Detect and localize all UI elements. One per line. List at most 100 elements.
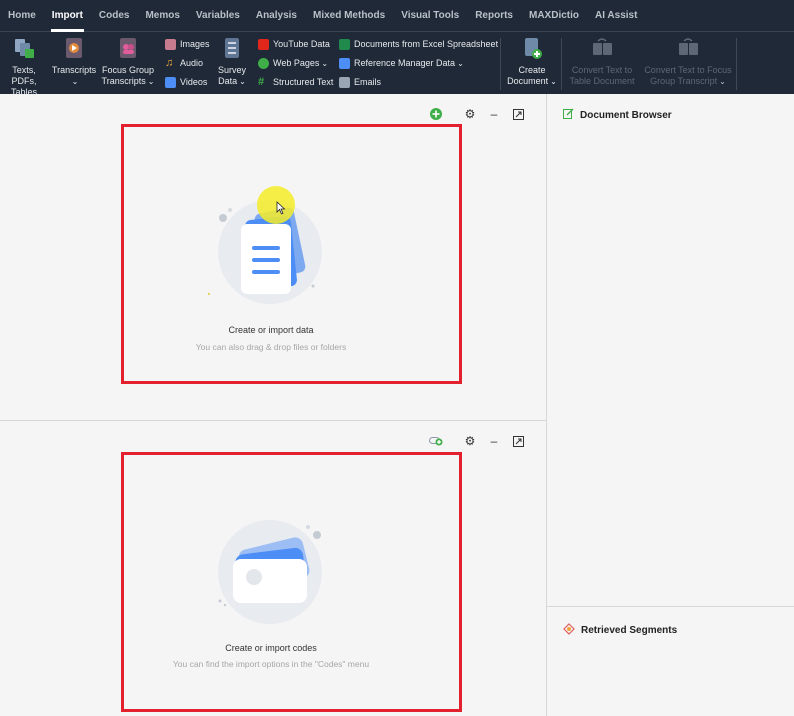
documents-from-excel-button[interactable]: Documents from Excel Spreadsheet [339,35,498,53]
tab-memos[interactable]: Memos [137,0,187,32]
documents-empty-title: Create or import data [228,325,314,335]
tab-import[interactable]: Import [44,0,91,32]
documents-import-icon [11,37,37,61]
structured-text-label: Structured Text [273,77,334,87]
codes-empty-illustration [205,515,335,630]
focus-group-label-text: Transcripts [101,76,146,86]
create-document-button[interactable]: Create Document ⌄ [506,37,558,87]
document-browser-icon [563,108,574,122]
videos-button[interactable]: Videos [165,73,207,91]
emails-label: Emails [354,77,382,87]
tab-analysis[interactable]: Analysis [248,0,305,32]
survey-label-line1: Survey [217,65,246,75]
survey-label-text: Data [218,76,238,86]
create-document-label-line2: Document ⌄ [506,76,558,87]
audio-icon: ♫ [165,56,174,69]
ribbon-tab-bar: Home Import Codes Memos Variables Analys… [0,0,794,32]
convert-table-label-line1: Convert Text to [571,65,633,75]
retrieved-segments-label: Retrieved Segments [581,625,678,636]
minimize-icon[interactable]: – [487,434,501,448]
codes-empty-subtitle: You can find the import options in the "… [172,659,370,669]
document-browser-title: Document Browser [563,108,672,122]
youtube-icon [258,38,269,50]
tab-variables[interactable]: Variables [188,0,248,32]
convert-table-icon [589,37,615,61]
retrieved-segments-title: Retrieved Segments [563,623,677,638]
ribbon-separator [736,38,737,90]
globe-icon [258,57,269,69]
web-pages-button[interactable]: Web Pages ⌄ [258,54,328,72]
add-code-icon[interactable] [429,434,443,448]
codes-empty-title: Create or import codes [225,643,317,653]
convert-focus-group-icon [675,37,701,61]
excel-icon [339,38,350,50]
tab-codes[interactable]: Codes [91,0,138,32]
create-document-label-text: Document [507,76,549,86]
chevron-down-icon: ⌄ [71,77,79,86]
images-label: Images [180,39,210,49]
youtube-data-label: YouTube Data [273,39,330,49]
transcripts-button[interactable]: Transcripts ⌄ [51,37,97,87]
audio-label: Audio [180,58,204,68]
pane-divider-vertical[interactable] [546,94,547,716]
web-pages-label: Web Pages [273,58,320,68]
undock-icon[interactable] [511,107,525,121]
tab-maxdictio[interactable]: MAXDictio [521,0,587,32]
reference-manager-icon [339,57,350,69]
tab-mixed-methods[interactable]: Mixed Methods [305,0,393,32]
hash-icon: # [258,75,265,88]
structured-text-button[interactable]: # Structured Text [258,73,333,91]
ribbon-separator [500,38,501,90]
transcript-icon [61,37,87,61]
focus-group-icon [115,37,141,61]
tab-ai-assist[interactable]: AI Assist [587,0,645,32]
emails-button[interactable]: Emails [339,73,381,91]
videos-label: Videos [180,77,208,87]
focus-group-label-line1: Focus Group [101,65,155,75]
audio-button[interactable]: ♫ Audio [165,54,203,72]
pane-divider-horizontal[interactable] [0,420,546,421]
survey-label-line2: Data ⌄ [214,76,250,87]
transcripts-label: Transcripts [51,65,97,75]
tab-reports[interactable]: Reports [467,0,521,32]
retrieved-segments-icon [563,623,575,638]
gear-icon[interactable]: ⚙ [463,434,477,448]
undock-icon[interactable] [511,434,525,448]
reference-manager-data-button[interactable]: Reference Manager Data ⌄ [339,54,464,72]
texts-pdfs-label-line2: Tables [10,87,37,97]
convert-focus-label-text: Group Transcript [650,76,718,86]
convert-focus-label-line1: Convert Text to Focus [644,65,732,75]
survey-data-button[interactable]: Survey Data ⌄ [214,37,250,87]
focus-group-label-line2: Transcripts ⌄ [101,76,155,87]
chevron-down-icon: ⌄ [321,58,329,68]
texts-pdfs-tables-button[interactable]: Texts, PDFs, Tables [0,37,48,98]
create-document-label-line1: Create [518,65,546,75]
convert-text-to-table-button[interactable]: Convert Text to Table Document [566,37,638,87]
ribbon-separator [561,38,562,90]
minimize-icon[interactable]: – [487,107,501,121]
chevron-down-icon: ⌄ [147,77,155,86]
image-icon [165,38,176,50]
document-browser-label: Document Browser [580,109,672,121]
images-button[interactable]: Images [165,35,210,53]
tab-home[interactable]: Home [0,0,44,32]
video-icon [165,76,176,88]
email-icon [339,76,350,88]
focus-group-transcripts-button[interactable]: Focus Group Transcripts ⌄ [101,37,155,87]
chevron-down-icon: ⌄ [239,77,246,86]
convert-focus-label-line2: Group Transcript ⌄ [643,76,733,87]
reference-manager-data-label: Reference Manager Data [354,58,456,68]
chevron-down-icon: ⌄ [719,77,726,86]
pane-divider-right[interactable] [547,606,794,607]
mouse-pointer-icon [276,201,286,220]
survey-icon [219,37,245,61]
gear-icon[interactable]: ⚙ [463,107,477,121]
add-document-icon[interactable] [429,107,443,121]
documents-from-excel-label: Documents from Excel Spreadsheet [354,39,499,49]
chevron-down-icon: ⌄ [550,77,557,86]
convert-text-to-focus-group-button[interactable]: Convert Text to Focus Group Transcript ⌄ [643,37,733,87]
tab-visual-tools[interactable]: Visual Tools [393,0,467,32]
create-document-icon [519,37,545,61]
youtube-data-button[interactable]: YouTube Data [258,35,330,53]
convert-table-label-line2: Table Document [569,76,635,86]
